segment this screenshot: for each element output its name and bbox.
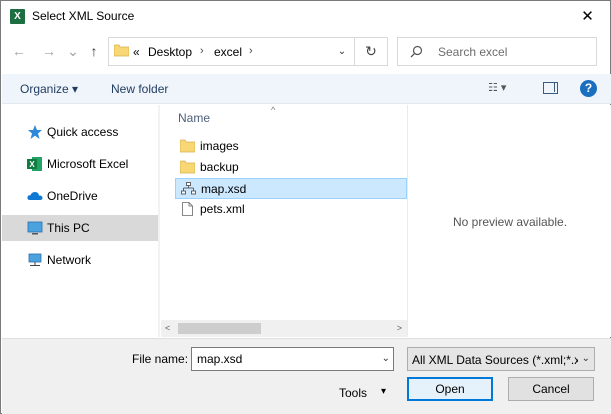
refresh-button[interactable]: ↻ — [355, 37, 388, 66]
help-icon[interactable]: ? — [580, 80, 597, 97]
network-icon — [28, 253, 42, 266]
file-name-field[interactable]: map.xsd ⌄ — [191, 347, 394, 371]
search-placeholder: Search excel — [438, 45, 508, 59]
caret-down-icon: ▾ — [381, 386, 387, 397]
file-name-label: File name: — [132, 352, 189, 366]
file-type-select[interactable]: All XML Data Sources (*.xml;*.x ⌄ — [407, 347, 595, 371]
file-name-value[interactable]: map.xsd — [197, 352, 242, 366]
sidebar-item-label: This PC — [47, 221, 90, 235]
breadcrumb-excel[interactable]: excel — [214, 45, 242, 59]
sidebar-item-onedrive[interactable]: OneDrive — [2, 183, 158, 209]
search-icon — [410, 45, 423, 58]
sidebar-item-quick-access[interactable]: Quick access — [2, 119, 158, 145]
xsd-schema-icon — [181, 182, 196, 195]
file-type-value: All XML Data Sources (*.xml;*.x — [412, 353, 578, 367]
breadcrumb-separator[interactable]: › — [249, 45, 253, 57]
tools-button[interactable]: Tools ▾ — [339, 383, 397, 403]
sidebar-item-label: Network — [47, 253, 92, 267]
dialog-footer: File name: map.xsd ⌄ All XML Data Source… — [2, 338, 611, 414]
file-row-pets-xml[interactable]: pets.xml — [175, 199, 407, 220]
up-button[interactable]: ↑ — [85, 41, 103, 61]
select-xml-source-dialog: X Select XML Source ✕ ← → ⌄ ↑ « Desktop … — [0, 0, 611, 414]
document-icon — [182, 202, 193, 216]
navigation-pane: Quick access X Microsoft Excel OneDrive … — [2, 105, 160, 337]
scroll-right-icon[interactable]: > — [397, 323, 402, 333]
file-row-map-xsd[interactable]: map.xsd — [175, 178, 407, 199]
star-icon — [28, 125, 42, 139]
excel-icon: X — [27, 157, 42, 171]
command-toolbar: Organize ▾ New folder ☷ ▾ ? — [2, 74, 611, 104]
file-name: pets.xml — [200, 202, 245, 216]
folder-icon — [180, 139, 195, 153]
cloud-icon — [27, 192, 43, 200]
file-name: map.xsd — [201, 182, 247, 196]
sidebar-item-network[interactable]: Network — [2, 247, 158, 273]
sidebar-item-label: OneDrive — [47, 189, 98, 203]
scrollbar-thumb[interactable] — [178, 323, 261, 334]
file-list: ^ Name images backup map.xsd pets.xml < … — [161, 105, 407, 337]
window-title: Select XML Source — [32, 9, 135, 23]
address-dropdown-button[interactable]: ⌄ — [330, 37, 355, 66]
sort-ascending-icon: ^ — [271, 105, 276, 115]
address-overflow[interactable]: « — [133, 45, 140, 59]
navigation-scrollbar[interactable] — [158, 105, 160, 337]
file-name: backup — [200, 160, 239, 174]
column-header-name[interactable]: Name — [178, 111, 210, 125]
tools-label: Tools — [339, 386, 368, 400]
horizontal-scrollbar[interactable]: < > — [161, 320, 407, 337]
file-row-backup[interactable]: backup — [175, 157, 407, 178]
change-view-button[interactable]: ☷ ▾ — [488, 81, 524, 97]
chevron-down-icon[interactable]: ⌄ — [582, 353, 590, 364]
sidebar-item-label: Quick access — [47, 125, 119, 139]
sidebar-item-label: Microsoft Excel — [47, 157, 129, 171]
folder-icon — [180, 160, 195, 174]
excel-app-icon: X — [10, 9, 25, 24]
chevron-down-icon[interactable]: ⌄ — [382, 353, 390, 364]
title-bar: X Select XML Source ✕ — [1, 1, 610, 32]
forward-button[interactable]: → — [40, 41, 58, 61]
sidebar-item-microsoft-excel[interactable]: X Microsoft Excel — [2, 151, 158, 177]
preview-message: No preview available. — [452, 215, 568, 229]
new-folder-button[interactable]: New folder — [111, 82, 168, 96]
preview-pane-toggle-icon[interactable] — [543, 82, 558, 94]
open-button[interactable]: Open — [407, 377, 493, 401]
computer-icon — [27, 221, 43, 235]
breadcrumb-desktop[interactable]: Desktop — [148, 45, 192, 59]
recent-locations-chevron-icon[interactable]: ⌄ — [64, 41, 82, 61]
organize-button[interactable]: Organize ▾ — [20, 82, 78, 96]
search-input[interactable]: Search excel — [397, 37, 597, 66]
cancel-button[interactable]: Cancel — [508, 377, 594, 401]
folder-icon — [114, 44, 129, 57]
file-name: images — [200, 139, 239, 153]
scroll-left-icon[interactable]: < — [165, 323, 170, 333]
sidebar-item-this-pc[interactable]: This PC — [2, 215, 158, 241]
breadcrumb-separator[interactable]: › — [200, 45, 204, 57]
close-button[interactable]: ✕ — [565, 1, 610, 32]
preview-pane: No preview available. — [407, 105, 611, 337]
back-button[interactable]: ← — [10, 41, 28, 61]
svg-text:X: X — [29, 160, 35, 169]
file-row-images[interactable]: images — [175, 136, 407, 157]
